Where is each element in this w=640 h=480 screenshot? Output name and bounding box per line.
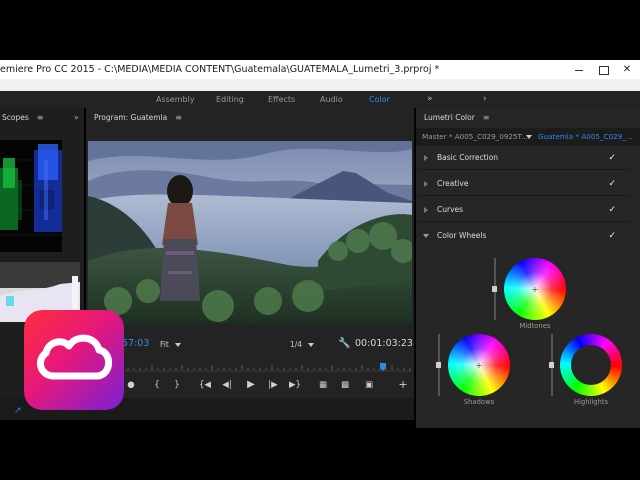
section-curves[interactable]: Curves ✓ bbox=[418, 198, 630, 222]
workspace-bar: Assembly Editing Effects Audio Color » › bbox=[0, 91, 640, 108]
maximize-icon[interactable] bbox=[596, 64, 610, 76]
master-clip-tab[interactable]: Master * A005_C029_0925T... bbox=[422, 128, 528, 146]
step-back-icon[interactable]: ◀| bbox=[220, 376, 234, 394]
playhead bbox=[380, 363, 386, 371]
section-enable-checkbox[interactable]: ✓ bbox=[608, 198, 616, 222]
scopes-tab-label: Scopes bbox=[2, 113, 29, 122]
midtones-slider-knob[interactable] bbox=[492, 286, 497, 292]
workspace-overflow-icon[interactable]: » bbox=[427, 91, 433, 108]
expand-arrow-icon bbox=[424, 181, 428, 187]
svg-text:+: + bbox=[476, 361, 483, 370]
panel-menu-icon[interactable]: ≡ bbox=[37, 113, 44, 122]
zoom-fit-label: Fit bbox=[160, 340, 169, 349]
playback-resolution-dropdown[interactable]: 1/4 bbox=[290, 340, 315, 349]
section-enable-checkbox[interactable]: ✓ bbox=[608, 172, 616, 196]
workspace-tab-color[interactable]: Color bbox=[369, 91, 390, 108]
panel-overflow-icon[interactable]: » bbox=[74, 111, 79, 125]
lumetri-clip-tabs: Master * A005_C029_0925T... Guatemla * A… bbox=[416, 128, 640, 146]
workspace-tab-editing[interactable]: Editing bbox=[216, 91, 244, 108]
duration-timecode: 00:01:03:23 bbox=[355, 338, 413, 349]
selection-tool-icon[interactable]: ↗ bbox=[14, 406, 22, 416]
midtones-label: Midtones bbox=[519, 322, 551, 330]
window-title: emiere Pro CC 2015 - C:\MEDIA\MEDIA CONT… bbox=[0, 64, 440, 75]
shadows-label: Shadows bbox=[463, 398, 495, 406]
svg-text:+: + bbox=[532, 285, 539, 294]
lumetri-tab[interactable]: Lumetri Color ≡ bbox=[424, 111, 490, 125]
video-frame bbox=[88, 141, 412, 324]
go-to-in-brace-icon[interactable]: { bbox=[150, 376, 164, 394]
workspace-tab-effects[interactable]: Effects bbox=[268, 91, 295, 108]
program-monitor-title: Program: Guatemla bbox=[94, 113, 168, 122]
section-label: Curves bbox=[437, 205, 464, 214]
expand-arrow-icon bbox=[424, 155, 428, 161]
shadows-slider-knob[interactable] bbox=[436, 362, 441, 368]
section-color-wheels[interactable]: Color Wheels ✓ bbox=[418, 224, 630, 248]
lumetri-title: Lumetri Color bbox=[424, 113, 475, 122]
section-enable-checkbox[interactable]: ✓ bbox=[608, 224, 616, 248]
shadows-color-wheel[interactable]: + bbox=[447, 333, 511, 397]
creative-cloud-logo bbox=[24, 310, 124, 410]
highlights-color-wheel[interactable] bbox=[559, 333, 623, 397]
section-basic-correction[interactable]: Basic Correction ✓ bbox=[418, 146, 630, 170]
play-icon[interactable]: ▶ bbox=[244, 376, 258, 394]
screen: emiere Pro CC 2015 - C:\MEDIA\MEDIA CONT… bbox=[0, 0, 640, 480]
window-controls: ✕ bbox=[572, 60, 634, 79]
wrench-icon[interactable]: 🔧 bbox=[338, 338, 350, 349]
panel-menu-icon[interactable]: ≡ bbox=[483, 113, 490, 122]
collapse-arrow-icon bbox=[423, 234, 429, 238]
playback-resolution-label: 1/4 bbox=[290, 340, 303, 349]
workspace-tab-audio[interactable]: Audio bbox=[320, 91, 343, 108]
chevron-down-icon bbox=[174, 343, 181, 347]
workspace-tab-assembly[interactable]: Assembly bbox=[156, 91, 195, 108]
section-enable-checkbox[interactable]: ✓ bbox=[608, 146, 616, 170]
section-label: Creative bbox=[437, 179, 469, 188]
transport-controls: ● { } {◀ ◀| ▶ |▶ ▶} ▦ ▩ ▣ + bbox=[120, 376, 414, 394]
go-to-out-icon[interactable]: ▶} bbox=[288, 376, 302, 394]
parade-scope bbox=[0, 140, 62, 252]
mark-in-icon[interactable]: ● bbox=[124, 376, 138, 394]
menu-bar-strip bbox=[0, 79, 640, 91]
section-label: Color Wheels bbox=[437, 231, 487, 240]
chevron-down-icon[interactable] bbox=[526, 135, 532, 139]
zoom-fit-dropdown[interactable]: Fit bbox=[160, 340, 181, 349]
section-label: Basic Correction bbox=[437, 153, 499, 162]
extract-icon[interactable]: ▩ bbox=[338, 376, 352, 394]
close-icon[interactable]: ✕ bbox=[620, 64, 634, 76]
scopes-tab[interactable]: Scopes ≡ bbox=[2, 111, 43, 125]
go-to-out-brace-icon[interactable]: } bbox=[170, 376, 184, 394]
sequence-clip-tab[interactable]: Guatemla * A005_C029_... bbox=[538, 128, 633, 146]
lower-frame bbox=[0, 420, 640, 480]
lift-icon[interactable]: ▦ bbox=[316, 376, 330, 394]
expand-arrow-icon bbox=[424, 207, 428, 213]
program-monitor-tab[interactable]: Program: Guatemla ≡ bbox=[94, 111, 182, 125]
time-ruler[interactable] bbox=[121, 357, 412, 372]
section-creative[interactable]: Creative ✓ bbox=[418, 172, 630, 196]
go-to-in-icon[interactable]: {◀ bbox=[198, 376, 212, 394]
highlights-slider-knob[interactable] bbox=[549, 362, 554, 368]
current-timecode[interactable]: 57:03 bbox=[122, 338, 149, 349]
chevron-down-icon bbox=[308, 343, 315, 347]
add-button-icon[interactable]: + bbox=[396, 376, 410, 394]
workspace-next-icon[interactable]: › bbox=[483, 91, 487, 108]
export-frame-icon[interactable]: ▣ bbox=[362, 376, 376, 394]
panel-menu-icon[interactable]: ≡ bbox=[175, 113, 182, 122]
step-forward-icon[interactable]: |▶ bbox=[266, 376, 280, 394]
window-titlebar: emiere Pro CC 2015 - C:\MEDIA\MEDIA CONT… bbox=[0, 60, 640, 79]
highlights-label: Highlights bbox=[573, 398, 609, 406]
midtones-color-wheel[interactable]: + bbox=[503, 257, 567, 321]
minimize-icon[interactable] bbox=[572, 64, 586, 76]
